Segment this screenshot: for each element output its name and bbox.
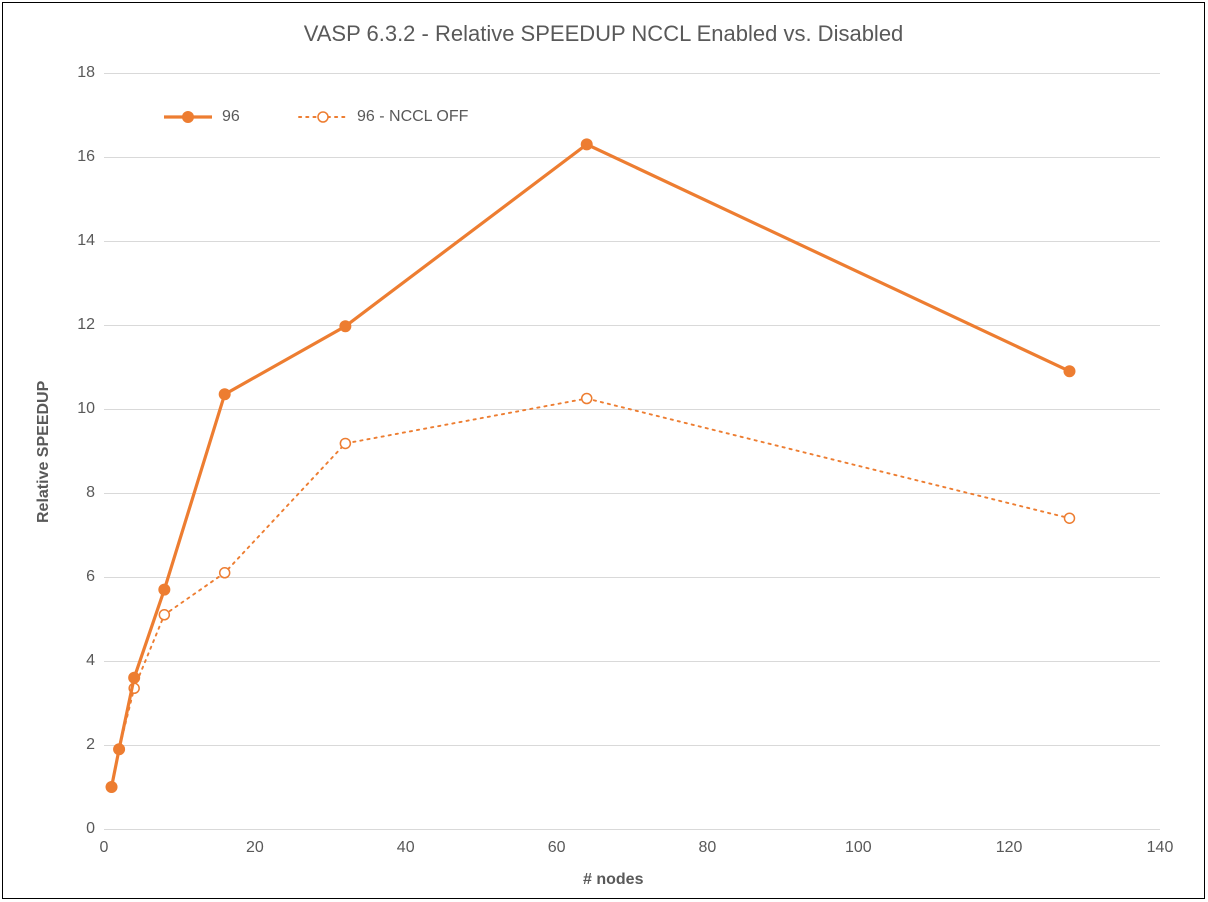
datapoint-nccl-off [220,568,230,578]
datapoint-nccl-off [1064,513,1074,523]
x-tick: 100 [845,839,872,857]
chart-svg [104,73,1160,829]
datapoint-96 [219,388,231,400]
y-tick: 6 [73,568,95,586]
datapoint-96 [158,584,170,596]
gridline-y [104,829,1160,830]
datapoint-96 [106,781,118,793]
y-tick: 10 [65,400,95,418]
y-tick: 2 [73,736,95,754]
chart-title: VASP 6.3.2 - Relative SPEEDUP NCCL Enabl… [3,21,1204,47]
y-axis-label: Relative SPEEDUP [35,381,53,523]
datapoint-96 [1063,365,1075,377]
x-tick: 60 [548,839,566,857]
x-tick: 140 [1147,839,1174,857]
x-tick: 20 [246,839,264,857]
datapoint-nccl-off [159,610,169,620]
y-tick: 14 [65,232,95,250]
datapoint-nccl-off [340,438,350,448]
legend-entry-96-nccl-off: 96 - NCCL OFF [299,108,468,126]
datapoint-96 [113,743,125,755]
y-tick: 0 [73,820,95,838]
series-96 [112,144,1070,787]
plot-area: 96 96 - NCCL OFF [104,73,1160,829]
datapoint-nccl-off [582,394,592,404]
x-tick: 0 [100,839,109,857]
legend-entry-96: 96 [164,108,240,126]
series-96-nccl-off [112,399,1070,788]
datapoint-96 [339,320,351,332]
y-tick: 18 [65,64,95,82]
chart-frame: VASP 6.3.2 - Relative SPEEDUP NCCL Enabl… [2,2,1205,899]
legend-swatch-96-nccl-off [299,110,347,124]
y-tick: 4 [73,652,95,670]
y-tick: 12 [65,316,95,334]
legend-label: 96 - NCCL OFF [357,108,468,126]
y-tick: 16 [65,148,95,166]
datapoint-96 [581,138,593,150]
x-tick: 40 [397,839,415,857]
legend-label: 96 [222,108,240,126]
x-tick: 80 [698,839,716,857]
legend-swatch-96 [164,110,212,124]
datapoint-96 [128,672,140,684]
x-tick: 120 [996,839,1023,857]
y-tick: 8 [73,484,95,502]
x-axis-label: # nodes [583,871,643,889]
